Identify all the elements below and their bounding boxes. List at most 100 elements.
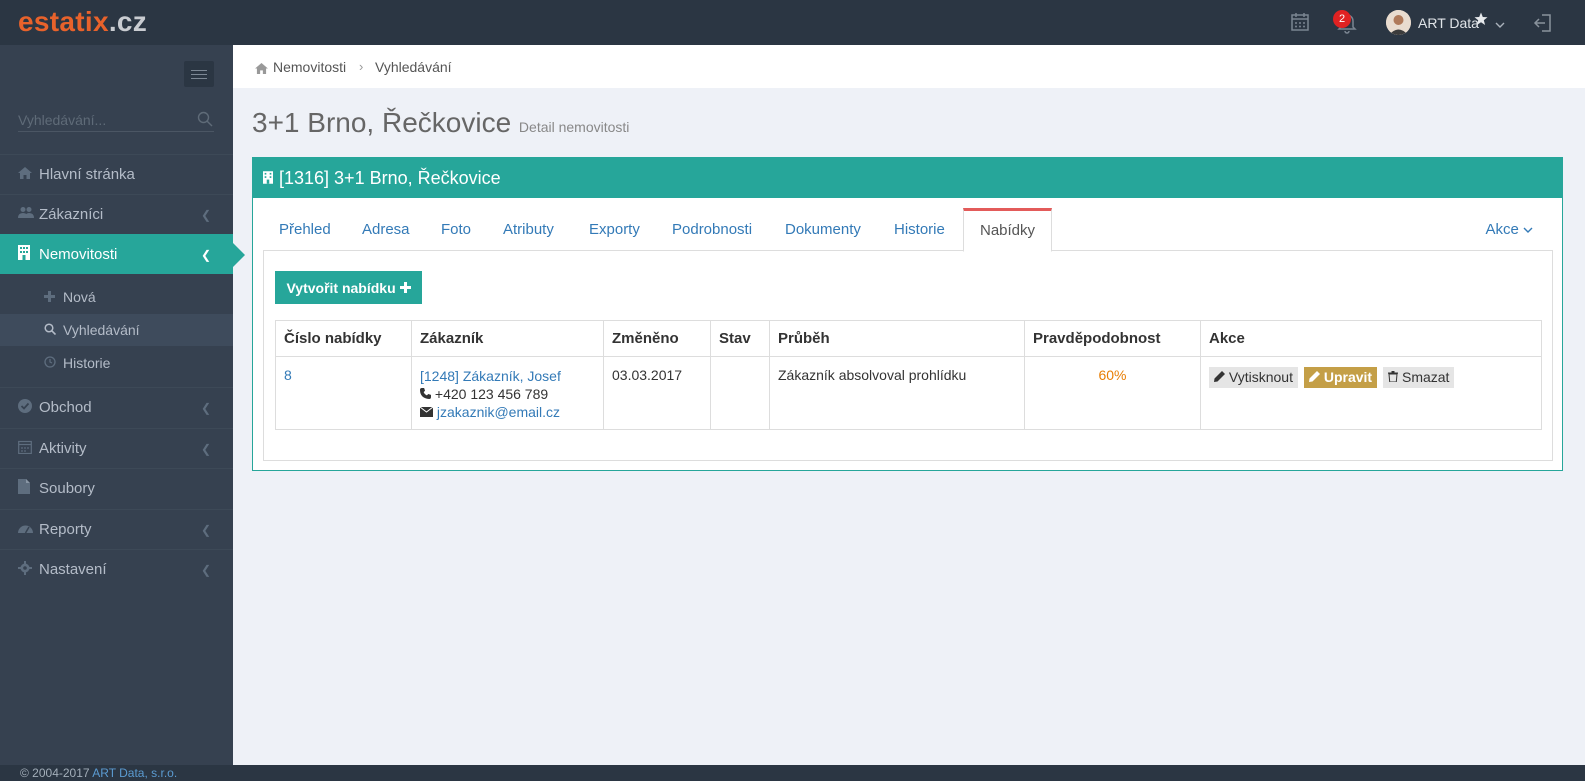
edit-button[interactable]: Upravit — [1303, 367, 1378, 388]
plus-icon — [399, 281, 411, 293]
search-icon — [44, 322, 63, 338]
customer-link[interactable]: [1248] Zákazník, Josef — [420, 367, 595, 385]
sidebar-search-input[interactable] — [18, 108, 214, 132]
footer-copyright: © 2004-2017 ART Data, s.r.o. — [20, 766, 178, 780]
chevron-left-icon: ❮ — [200, 247, 211, 262]
page-title: 3+1 Brno, Řečkovice Detail nemovitosti — [252, 107, 630, 138]
sidebar-item-customers[interactable]: Zákazníci ❮ — [0, 194, 233, 234]
sidebar-subitem-label: Vyhledávání — [63, 322, 140, 338]
users-icon — [18, 206, 39, 223]
chevron-down-icon[interactable] — [1495, 16, 1505, 32]
offer-number-link[interactable]: 8 — [284, 367, 292, 383]
chevron-left-icon: ❮ — [200, 441, 211, 456]
changed-cell: 03.03.2017 — [603, 356, 711, 430]
phone-icon — [420, 388, 431, 399]
tab-overview[interactable]: Přehled — [263, 208, 347, 251]
table-row: 8 [1248] Zákazník, Josef +420 123 456 78… — [275, 356, 1542, 430]
sidebar-subitem-new[interactable]: Nová — [0, 281, 233, 313]
tab-history[interactable]: Historie — [878, 208, 961, 251]
probability-cell: 60% — [1024, 356, 1201, 430]
sidebar-item-label: Soubory — [39, 480, 95, 497]
sidebar-item-properties[interactable]: Nemovitosti ❮ — [0, 234, 245, 274]
footer-company-link[interactable]: ART Data, s.r.o. — [92, 766, 177, 780]
cog-icon — [18, 560, 39, 579]
breadcrumb: Nemovitosti › Vyhledávání — [233, 45, 1585, 88]
column-header: Stav — [710, 320, 770, 357]
column-header: Pravděpodobnost — [1024, 320, 1201, 357]
notification-badge: 2 — [1333, 10, 1351, 28]
sidebar-item-home[interactable]: Hlavní stránka — [0, 154, 233, 194]
sidebar-subitem-history[interactable]: Historie — [0, 347, 233, 379]
tab-details[interactable]: Podrobnosti — [656, 208, 768, 251]
create-offer-button[interactable]: Vytvořit nabídku — [275, 271, 422, 304]
breadcrumb-properties[interactable]: Nemovitosti — [273, 59, 346, 75]
avatar[interactable] — [1386, 10, 1411, 35]
sidebar-item-label: Hlavní stránka — [39, 166, 135, 183]
customer-phone-text: +420 123 456 789 — [434, 386, 549, 402]
customer-email: jzakaznik@email.cz — [419, 403, 595, 421]
home-icon[interactable] — [255, 61, 268, 77]
tab-exports[interactable]: Exporty — [573, 208, 656, 251]
star-icon — [1474, 12, 1488, 29]
sidebar-item-reports[interactable]: Reporty ❮ — [0, 509, 233, 549]
print-button[interactable]: Vytisknout — [1209, 367, 1298, 388]
building-icon — [18, 245, 39, 264]
sidebar: Hlavní stránka Zákazníci ❮ Nemovitosti ❮… — [0, 45, 245, 765]
delete-button[interactable]: Smazat — [1383, 367, 1455, 388]
portlet-header: [1316] 3+1 Brno, Řečkovice — [253, 158, 1562, 198]
tab-documents[interactable]: Dokumenty — [769, 208, 877, 251]
home-icon — [18, 166, 39, 183]
offer-number-cell: 8 — [275, 356, 412, 430]
footer: © 2004-2017 ART Data, s.r.o. — [0, 765, 1585, 781]
property-portlet: [1316] 3+1 Brno, Řečkovice Přehled Adres… — [252, 157, 1563, 471]
progress-cell: Zákazník absolvoval prohlídku — [769, 356, 1025, 430]
tab-offers[interactable]: Nabídky — [963, 208, 1053, 252]
file-icon — [18, 479, 39, 498]
check-circle-icon — [18, 398, 39, 417]
portlet-title: [1316] 3+1 Brno, Řečkovice — [279, 167, 501, 188]
sidebar-item-label: Aktivity — [39, 440, 87, 457]
search-icon[interactable] — [197, 111, 213, 130]
tab-actions-dropdown[interactable]: Akce — [1485, 208, 1533, 251]
sidebar-subitem-search[interactable]: Vyhledávání — [0, 314, 233, 346]
customer-email-link[interactable]: jzakaznik@email.cz — [437, 404, 560, 420]
dashboard-icon — [18, 521, 39, 538]
clock-icon — [44, 355, 63, 371]
sidebar-item-label: Nemovitosti — [39, 246, 118, 263]
sidebar-item-label: Nastavení — [39, 561, 107, 578]
logo[interactable]: estatix.cz — [18, 6, 147, 38]
tab-attributes[interactable]: Atributy — [487, 208, 570, 251]
tab-bar: Přehled Adresa Foto Atributy Exporty Pod… — [263, 208, 1553, 252]
user-name[interactable]: ART Data — [1418, 15, 1479, 31]
plus-icon — [44, 289, 63, 305]
sidebar-item-files[interactable]: Soubory — [0, 468, 233, 508]
chevron-left-icon: ❮ — [200, 400, 211, 415]
chevron-left-icon: ❮ — [200, 207, 211, 222]
top-bar: estatix.cz 2 ART Data — [0, 0, 1585, 45]
calendar-icon — [18, 440, 39, 458]
sidebar-item-settings[interactable]: Nastavení ❮ — [0, 549, 233, 589]
column-header: Změněno — [603, 320, 711, 357]
page-subtitle: Detail nemovitosti — [518, 119, 630, 135]
tab-actions-label: Akce — [1485, 221, 1519, 238]
chevron-down-icon — [1523, 227, 1533, 233]
menu-toggle-button[interactable] — [184, 61, 214, 87]
customer-phone: +420 123 456 789 — [420, 385, 595, 403]
sidebar-item-activities[interactable]: Aktivity ❮ — [0, 428, 233, 468]
pencil-icon — [1214, 371, 1225, 382]
column-header: Akce — [1200, 320, 1542, 357]
sidebar-subitem-label: Historie — [63, 355, 111, 371]
breadcrumb-search[interactable]: Vyhledávání — [375, 59, 452, 75]
breadcrumb-separator: › — [359, 59, 364, 74]
sidebar-subitem-label: Nová — [63, 289, 96, 305]
sidebar-item-business[interactable]: Obchod ❮ — [0, 387, 233, 427]
sidebar-item-label: Obchod — [39, 399, 92, 416]
column-header: Průběh — [769, 320, 1025, 357]
logout-icon[interactable] — [1533, 13, 1553, 36]
calendar-icon[interactable] — [1290, 12, 1310, 35]
tab-address[interactable]: Adresa — [346, 208, 426, 251]
trash-icon — [1388, 371, 1399, 383]
tab-photo[interactable]: Foto — [425, 208, 487, 251]
offers-tab-content: Vytvořit nabídku Číslo nabídky Zákazník … — [263, 251, 1553, 461]
column-header: Zákazník — [411, 320, 604, 357]
